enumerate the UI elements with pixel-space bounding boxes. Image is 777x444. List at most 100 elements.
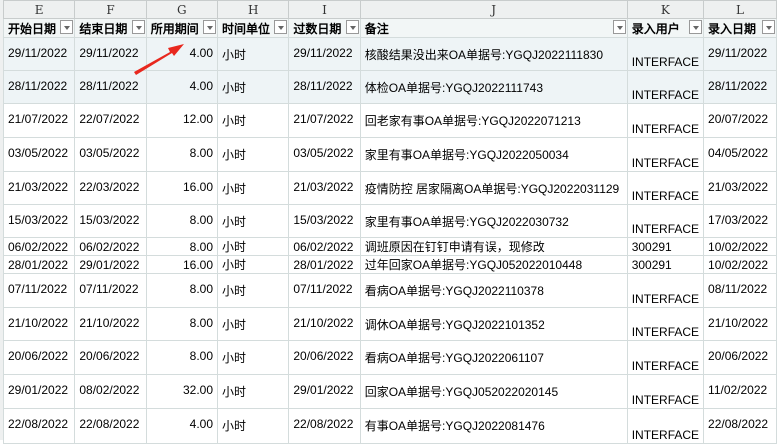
- cell[interactable]: 29/11/2022: [703, 37, 777, 71]
- cell[interactable]: 12.00: [145, 103, 219, 138]
- cell[interactable]: INTERFACE: [626, 37, 705, 71]
- cell[interactable]: 28/11/2022: [703, 70, 777, 104]
- cell[interactable]: 小时: [217, 171, 290, 205]
- cell[interactable]: INTERFACE: [626, 408, 705, 444]
- cell[interactable]: 小时: [217, 204, 290, 238]
- cell[interactable]: 22/03/2022: [74, 171, 147, 205]
- cell[interactable]: 20/06/2022: [74, 340, 147, 375]
- cell[interactable]: 8.00: [145, 237, 219, 256]
- cell[interactable]: 小时: [217, 408, 290, 444]
- cell[interactable]: 28/01/2022: [2, 255, 76, 274]
- cell[interactable]: 22/07/2022: [74, 103, 147, 138]
- cell[interactable]: 4.00: [145, 70, 219, 104]
- cell[interactable]: 20/07/2022: [703, 103, 777, 138]
- cell[interactable]: 21/10/2022: [74, 307, 147, 341]
- cell[interactable]: 11/02/2022: [703, 374, 777, 409]
- cell[interactable]: 4.00: [145, 37, 219, 71]
- cell[interactable]: 小时: [217, 255, 290, 274]
- cell[interactable]: 22/08/2022: [74, 408, 147, 444]
- cell[interactable]: 32.00: [145, 374, 219, 409]
- cell[interactable]: 8.00: [145, 340, 219, 375]
- filter-dropdown-icon[interactable]: [345, 20, 359, 34]
- cell[interactable]: INTERFACE: [626, 273, 705, 308]
- cell[interactable]: 回家OA单据号:YGQJ052022020145: [359, 374, 628, 409]
- cell[interactable]: 06/02/2022: [2, 237, 76, 256]
- cell[interactable]: 小时: [217, 273, 290, 308]
- cell[interactable]: INTERFACE: [626, 204, 705, 238]
- column-letter-I[interactable]: I: [288, 0, 361, 19]
- cell[interactable]: 29/01/2022: [288, 374, 361, 409]
- cell[interactable]: 小时: [217, 237, 290, 256]
- cell[interactable]: 07/11/2022: [74, 273, 147, 308]
- filter-dropdown-icon[interactable]: [274, 20, 288, 34]
- cell[interactable]: 03/05/2022: [2, 137, 76, 172]
- cell[interactable]: 29/11/2022: [2, 37, 76, 71]
- cell[interactable]: 21/10/2022: [288, 307, 361, 341]
- cell[interactable]: 21/07/2022: [288, 103, 361, 138]
- filter-dropdown-icon[interactable]: [612, 20, 626, 34]
- cell[interactable]: 300291: [626, 255, 705, 274]
- column-letter-L[interactable]: L: [703, 0, 777, 19]
- column-letter-G[interactable]: G: [145, 0, 219, 19]
- cell[interactable]: 体检OA单据号:YGQJ2022111743: [359, 70, 628, 104]
- cell[interactable]: 29/01/2022: [74, 255, 147, 274]
- cell[interactable]: 08/11/2022: [703, 273, 777, 308]
- cell[interactable]: 有事OA单据号:YGQJ2022081476: [359, 408, 628, 444]
- cell[interactable]: 8.00: [145, 204, 219, 238]
- cell[interactable]: 小时: [217, 70, 290, 104]
- filter-dropdown-icon[interactable]: [60, 20, 74, 34]
- cell[interactable]: 回老家有事OA单据号:YGQJ2022071213: [359, 103, 628, 138]
- cell[interactable]: 看病OA单据号:YGQJ2022110378: [359, 273, 628, 308]
- cell[interactable]: 28/11/2022: [2, 70, 76, 104]
- cell[interactable]: 04/05/2022: [703, 137, 777, 172]
- cell[interactable]: 小时: [217, 374, 290, 409]
- cell[interactable]: 8.00: [145, 137, 219, 172]
- cell[interactable]: INTERFACE: [626, 374, 705, 409]
- cell[interactable]: INTERFACE: [626, 137, 705, 172]
- filter-dropdown-icon[interactable]: [203, 20, 217, 34]
- cell[interactable]: 15/03/2022: [2, 204, 76, 238]
- cell[interactable]: 16.00: [145, 171, 219, 205]
- cell[interactable]: 8.00: [145, 273, 219, 308]
- cell[interactable]: 20/06/2022: [288, 340, 361, 375]
- cell[interactable]: 28/01/2022: [288, 255, 361, 274]
- spreadsheet-grid[interactable]: EFGHIJKL 开始日期 结束日期 所用期间 时间单位 过数日期 备注 录入用户 录入日期 …: [2, 0, 777, 444]
- cell[interactable]: 06/02/2022: [74, 237, 147, 256]
- cell[interactable]: 22/08/2022: [288, 408, 361, 444]
- cell[interactable]: 21/10/2022: [703, 307, 777, 341]
- column-letter-H[interactable]: H: [217, 0, 290, 19]
- cell[interactable]: 22/08/2022: [703, 408, 777, 444]
- cell[interactable]: 过年回家OA单据号:YGQJ052022010448: [359, 255, 628, 274]
- cell[interactable]: 调休OA单据号:YGQJ2022101352: [359, 307, 628, 341]
- cell[interactable]: 300291: [626, 237, 705, 256]
- cell[interactable]: 16.00: [145, 255, 219, 274]
- filter-dropdown-icon[interactable]: [689, 20, 703, 34]
- cell[interactable]: 小时: [217, 340, 290, 375]
- cell[interactable]: 8.00: [145, 307, 219, 341]
- cell[interactable]: 28/11/2022: [288, 70, 361, 104]
- cell[interactable]: 22/08/2022: [2, 408, 76, 444]
- cell[interactable]: 核酸结果没出来OA单据号:YGQJ2022111830: [359, 37, 628, 71]
- column-letter-K[interactable]: K: [626, 0, 705, 19]
- cell[interactable]: 调班原因在钉钉申请有误，现修改: [359, 237, 628, 256]
- cell[interactable]: 10/02/2022: [703, 255, 777, 274]
- filter-dropdown-icon[interactable]: [131, 20, 145, 34]
- cell[interactable]: 03/05/2022: [288, 137, 361, 172]
- cell[interactable]: 10/02/2022: [703, 237, 777, 256]
- cell[interactable]: 小时: [217, 103, 290, 138]
- cell[interactable]: 疫情防控 居家隔离OA单据号:YGQJ2022031129: [359, 171, 628, 205]
- cell[interactable]: 21/03/2022: [703, 171, 777, 205]
- filter-dropdown-icon[interactable]: [762, 20, 775, 34]
- cell[interactable]: 小时: [217, 37, 290, 71]
- cell[interactable]: 15/03/2022: [288, 204, 361, 238]
- cell[interactable]: 29/11/2022: [288, 37, 361, 71]
- cell[interactable]: 小时: [217, 307, 290, 341]
- cell[interactable]: 07/11/2022: [2, 273, 76, 308]
- cell[interactable]: 小时: [217, 137, 290, 172]
- cell[interactable]: 08/02/2022: [74, 374, 147, 409]
- cell[interactable]: 17/03/2022: [703, 204, 777, 238]
- cell[interactable]: 4.00: [145, 408, 219, 444]
- cell[interactable]: 03/05/2022: [74, 137, 147, 172]
- column-letter-J[interactable]: J: [359, 0, 628, 19]
- cell[interactable]: INTERFACE: [626, 340, 705, 375]
